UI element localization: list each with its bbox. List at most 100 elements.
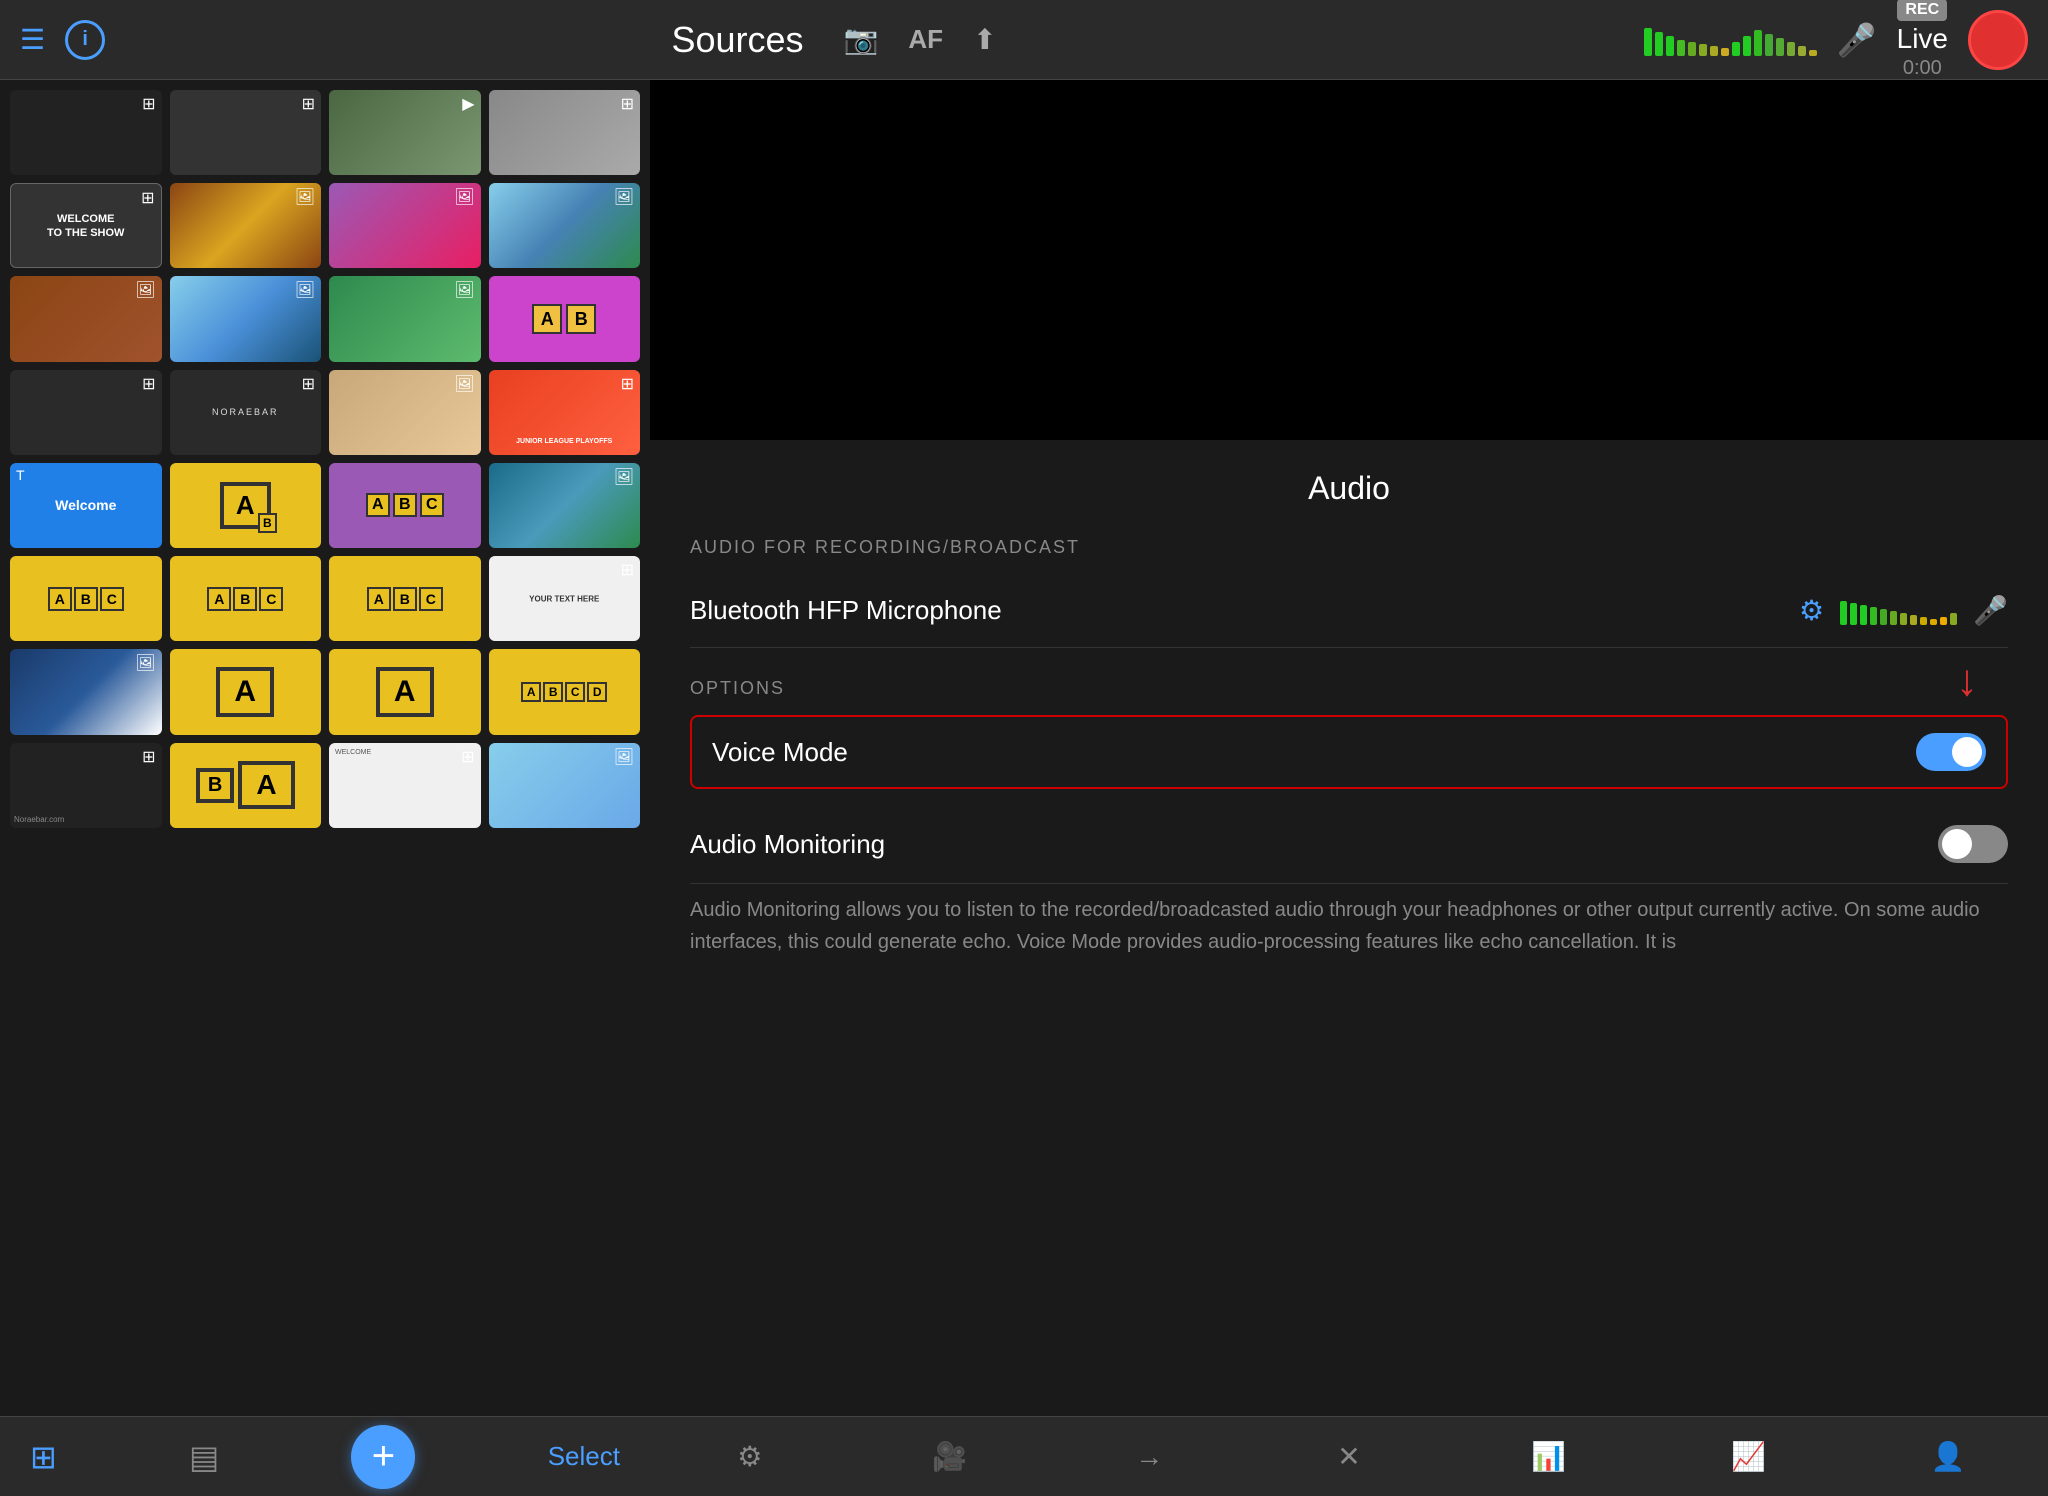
source-thumb[interactable]: 🖼 <box>489 463 641 548</box>
source-thumb[interactable]: ⊞ WELCOMETO THE SHOW <box>10 183 162 268</box>
list-view-icon[interactable]: ▤ <box>189 1438 219 1476</box>
abcd-d: D <box>587 682 607 702</box>
add-source-button[interactable]: + <box>351 1425 415 1489</box>
source-thumb[interactable]: ⊞ WELCOME <box>329 743 481 828</box>
junior-league-text: JUNIOR LEAGUE PLAYOFFS <box>516 438 612 445</box>
source-thumb[interactable]: 🖼 <box>329 370 481 455</box>
info-icon[interactable]: i <box>65 20 105 60</box>
level-bar <box>1850 603 1857 625</box>
a-box-big: A <box>238 761 294 809</box>
source-thumb[interactable]: 🖼 <box>329 276 481 361</box>
record-button[interactable] <box>1968 10 2028 70</box>
a-letter-big: A <box>256 769 276 800</box>
source-thumb[interactable]: 🖼 <box>170 276 322 361</box>
live-section: REC Live 0:00 <box>1897 0 1948 80</box>
source-icon: 🖼 <box>614 187 634 207</box>
abc-letter-c: C <box>259 587 283 611</box>
audio-bar <box>1754 30 1762 56</box>
source-thumb[interactable]: 🖼 <box>10 649 162 734</box>
audio-bar <box>1809 50 1817 56</box>
tab-person-icon[interactable]: 👤 <box>1848 1440 2048 1473</box>
abc-letter-c: C <box>419 587 443 611</box>
abc-letter-c: C <box>420 493 444 517</box>
a-big-box2: A <box>376 667 434 717</box>
level-bar <box>1910 615 1917 625</box>
source-thumb[interactable]: A B <box>489 276 641 361</box>
source-icon: ⊞ <box>621 560 634 580</box>
source-icon: 🖼 <box>454 187 474 207</box>
b-subscript: B <box>258 513 277 533</box>
mic-active-icon[interactable]: 🎤 <box>1973 594 2008 627</box>
source-thumb[interactable]: A B C <box>170 556 322 641</box>
noraebar-label: NORAEBAR <box>212 407 279 417</box>
source-thumb[interactable]: A B <box>170 463 322 548</box>
source-thumb[interactable]: 🖼 <box>489 183 641 268</box>
af-label[interactable]: AF <box>908 24 943 55</box>
select-label[interactable]: Select <box>548 1441 620 1472</box>
source-thumb[interactable]: ⊞ <box>489 90 641 175</box>
audio-level-bars <box>1644 24 1817 56</box>
live-label: Live <box>1897 23 1948 55</box>
source-thumb[interactable]: 🖼 <box>10 276 162 361</box>
source-thumb[interactable]: ⊞ <box>10 370 162 455</box>
source-thumb[interactable]: A B C <box>329 463 481 548</box>
source-thumb[interactable]: 🖼 <box>329 183 481 268</box>
level-bar <box>1840 601 1847 625</box>
settings-icon[interactable]: ⚙ <box>1799 594 1824 627</box>
welcome-small-label: WELCOME <box>335 749 371 756</box>
tab-stats-icon[interactable]: 📈 <box>1649 1440 1849 1473</box>
tab-camera-icon[interactable]: 🎥 <box>850 1440 1050 1473</box>
a-big-letter2: A <box>394 675 416 708</box>
source-thumb[interactable]: A B C <box>10 556 162 641</box>
main-content: ⊞ ⊞ ▶ ⊞ ⊞ WELCOMETO THE SHOW 🖼 🖼 <box>0 80 2048 1496</box>
abcd-c: C <box>565 682 585 702</box>
tab-export-icon[interactable]: → <box>1049 1441 1249 1473</box>
audio-bar <box>1677 40 1685 56</box>
audio-bar <box>1776 38 1784 56</box>
source-thumb[interactable]: B A <box>170 743 322 828</box>
level-bars <box>1840 597 1957 625</box>
audio-monitoring-label: Audio Monitoring <box>690 829 885 860</box>
audio-bar <box>1732 42 1740 56</box>
audio-bar <box>1666 36 1674 56</box>
audio-bar <box>1765 34 1773 56</box>
source-icon: ⊞ <box>621 94 634 114</box>
source-thumb[interactable]: A <box>170 649 322 734</box>
level-bar <box>1930 619 1937 625</box>
tab-audio-icon[interactable]: 📊 <box>1449 1440 1649 1473</box>
source-icon: 🖼 <box>295 280 315 300</box>
source-thumb[interactable]: A B C <box>329 556 481 641</box>
header-left: ☰ i <box>20 20 140 60</box>
b-box: B <box>196 768 234 803</box>
audio-monitoring-toggle[interactable] <box>1938 825 2008 863</box>
source-icon: 🖼 <box>614 467 634 487</box>
a-letter: A <box>236 490 255 520</box>
voice-mode-toggle[interactable] <box>1916 733 1986 771</box>
share-icon[interactable]: ⬆ <box>973 23 996 56</box>
abc-letter-a: A <box>207 587 231 611</box>
source-thumb[interactable]: ⊞ YOUR TEXT HERE <box>489 556 641 641</box>
sources-panel: ⊞ ⊞ ▶ ⊞ ⊞ WELCOMETO THE SHOW 🖼 🖼 <box>0 80 650 1496</box>
audio-monitoring-row: Audio Monitoring <box>690 805 2008 884</box>
source-thumb[interactable]: ⊞ NORAEBAR <box>170 370 322 455</box>
source-thumb[interactable]: 🖼 <box>170 183 322 268</box>
audio-bar <box>1710 46 1718 56</box>
source-thumb[interactable]: ▶ <box>329 90 481 175</box>
voice-mode-container: ↓ Voice Mode <box>690 715 2008 789</box>
camera-icon[interactable]: 📷 <box>844 23 879 56</box>
tab-overlay-icon[interactable]: ✕ <box>1249 1440 1449 1473</box>
source-thumb[interactable]: ⊞ JUNIOR LEAGUE PLAYOFFS <box>489 370 641 455</box>
source-thumb[interactable]: ⊞ <box>10 90 162 175</box>
grid-view-icon[interactable]: ⊞ <box>30 1438 57 1476</box>
source-thumb[interactable]: 🖼 <box>489 743 641 828</box>
source-thumb[interactable]: A B C D <box>489 649 641 734</box>
abc-letter-a: A <box>366 493 390 517</box>
level-bar <box>1950 613 1957 625</box>
source-thumb[interactable]: Welcome T <box>10 463 162 548</box>
sources-grid: ⊞ ⊞ ▶ ⊞ ⊞ WELCOMETO THE SHOW 🖼 🖼 <box>0 80 650 1416</box>
source-thumb[interactable]: ⊞ <box>170 90 322 175</box>
source-thumb[interactable]: ⊞ Noraebar.com <box>10 743 162 828</box>
hamburger-icon[interactable]: ☰ <box>20 23 45 56</box>
source-thumb[interactable]: A <box>329 649 481 734</box>
tab-mixer-icon[interactable]: ⚙ <box>650 1440 850 1473</box>
